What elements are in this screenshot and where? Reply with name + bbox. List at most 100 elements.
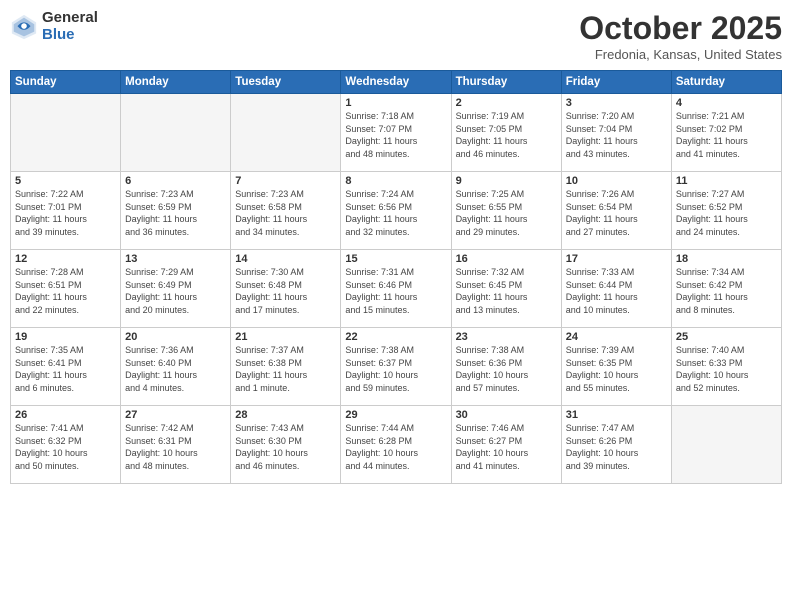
calendar-cell: 9Sunrise: 7:25 AM Sunset: 6:55 PM Daylig…: [451, 172, 561, 250]
calendar-cell: 12Sunrise: 7:28 AM Sunset: 6:51 PM Dayli…: [11, 250, 121, 328]
calendar-cell: 27Sunrise: 7:42 AM Sunset: 6:31 PM Dayli…: [121, 406, 231, 484]
location: Fredonia, Kansas, United States: [579, 47, 782, 62]
day-info: Sunrise: 7:41 AM Sunset: 6:32 PM Dayligh…: [15, 422, 116, 472]
day-info: Sunrise: 7:39 AM Sunset: 6:35 PM Dayligh…: [566, 344, 667, 394]
day-number: 25: [676, 331, 777, 343]
day-info: Sunrise: 7:25 AM Sunset: 6:55 PM Dayligh…: [456, 188, 557, 238]
logo: General Blue: [10, 10, 98, 43]
calendar-week-row: 26Sunrise: 7:41 AM Sunset: 6:32 PM Dayli…: [11, 406, 782, 484]
day-number: 3: [566, 97, 667, 109]
calendar-cell: 18Sunrise: 7:34 AM Sunset: 6:42 PM Dayli…: [671, 250, 781, 328]
day-info: Sunrise: 7:31 AM Sunset: 6:46 PM Dayligh…: [345, 266, 446, 316]
col-sunday: Sunday: [11, 71, 121, 94]
calendar-cell: 14Sunrise: 7:30 AM Sunset: 6:48 PM Dayli…: [231, 250, 341, 328]
day-number: 11: [676, 175, 777, 187]
logo-general-text: General: [42, 10, 98, 27]
calendar-cell: 30Sunrise: 7:46 AM Sunset: 6:27 PM Dayli…: [451, 406, 561, 484]
day-info: Sunrise: 7:24 AM Sunset: 6:56 PM Dayligh…: [345, 188, 446, 238]
day-number: 7: [235, 175, 336, 187]
day-number: 31: [566, 409, 667, 421]
calendar-cell: 28Sunrise: 7:43 AM Sunset: 6:30 PM Dayli…: [231, 406, 341, 484]
col-tuesday: Tuesday: [231, 71, 341, 94]
calendar-cell: 5Sunrise: 7:22 AM Sunset: 7:01 PM Daylig…: [11, 172, 121, 250]
month-title: October 2025: [579, 10, 782, 47]
calendar-cell: 31Sunrise: 7:47 AM Sunset: 6:26 PM Dayli…: [561, 406, 671, 484]
calendar-header-row: Sunday Monday Tuesday Wednesday Thursday…: [11, 71, 782, 94]
col-friday: Friday: [561, 71, 671, 94]
page: General Blue October 2025 Fredonia, Kans…: [0, 0, 792, 612]
calendar-cell: 25Sunrise: 7:40 AM Sunset: 6:33 PM Dayli…: [671, 328, 781, 406]
calendar-table: Sunday Monday Tuesday Wednesday Thursday…: [10, 70, 782, 484]
day-info: Sunrise: 7:40 AM Sunset: 6:33 PM Dayligh…: [676, 344, 777, 394]
calendar-cell: 26Sunrise: 7:41 AM Sunset: 6:32 PM Dayli…: [11, 406, 121, 484]
day-number: 28: [235, 409, 336, 421]
calendar-cell: 4Sunrise: 7:21 AM Sunset: 7:02 PM Daylig…: [671, 94, 781, 172]
day-number: 17: [566, 253, 667, 265]
day-info: Sunrise: 7:28 AM Sunset: 6:51 PM Dayligh…: [15, 266, 116, 316]
calendar-cell: 19Sunrise: 7:35 AM Sunset: 6:41 PM Dayli…: [11, 328, 121, 406]
day-info: Sunrise: 7:35 AM Sunset: 6:41 PM Dayligh…: [15, 344, 116, 394]
day-number: 2: [456, 97, 557, 109]
calendar-cell: 11Sunrise: 7:27 AM Sunset: 6:52 PM Dayli…: [671, 172, 781, 250]
day-info: Sunrise: 7:21 AM Sunset: 7:02 PM Dayligh…: [676, 110, 777, 160]
calendar-cell: 16Sunrise: 7:32 AM Sunset: 6:45 PM Dayli…: [451, 250, 561, 328]
calendar-cell: 15Sunrise: 7:31 AM Sunset: 6:46 PM Dayli…: [341, 250, 451, 328]
logo-text: General Blue: [42, 10, 98, 43]
day-number: 13: [125, 253, 226, 265]
calendar-cell: 24Sunrise: 7:39 AM Sunset: 6:35 PM Dayli…: [561, 328, 671, 406]
calendar-cell: 23Sunrise: 7:38 AM Sunset: 6:36 PM Dayli…: [451, 328, 561, 406]
calendar-cell: [231, 94, 341, 172]
calendar-cell: [671, 406, 781, 484]
calendar-cell: 6Sunrise: 7:23 AM Sunset: 6:59 PM Daylig…: [121, 172, 231, 250]
day-number: 30: [456, 409, 557, 421]
col-monday: Monday: [121, 71, 231, 94]
day-info: Sunrise: 7:44 AM Sunset: 6:28 PM Dayligh…: [345, 422, 446, 472]
calendar-week-row: 1Sunrise: 7:18 AM Sunset: 7:07 PM Daylig…: [11, 94, 782, 172]
day-info: Sunrise: 7:20 AM Sunset: 7:04 PM Dayligh…: [566, 110, 667, 160]
calendar-cell: [11, 94, 121, 172]
logo-icon: [10, 13, 38, 41]
day-info: Sunrise: 7:38 AM Sunset: 6:36 PM Dayligh…: [456, 344, 557, 394]
day-info: Sunrise: 7:23 AM Sunset: 6:59 PM Dayligh…: [125, 188, 226, 238]
col-thursday: Thursday: [451, 71, 561, 94]
calendar-cell: [121, 94, 231, 172]
day-number: 16: [456, 253, 557, 265]
day-info: Sunrise: 7:33 AM Sunset: 6:44 PM Dayligh…: [566, 266, 667, 316]
calendar-cell: 22Sunrise: 7:38 AM Sunset: 6:37 PM Dayli…: [341, 328, 451, 406]
day-info: Sunrise: 7:46 AM Sunset: 6:27 PM Dayligh…: [456, 422, 557, 472]
day-info: Sunrise: 7:34 AM Sunset: 6:42 PM Dayligh…: [676, 266, 777, 316]
day-info: Sunrise: 7:36 AM Sunset: 6:40 PM Dayligh…: [125, 344, 226, 394]
day-number: 10: [566, 175, 667, 187]
day-number: 6: [125, 175, 226, 187]
day-number: 9: [456, 175, 557, 187]
day-number: 22: [345, 331, 446, 343]
day-info: Sunrise: 7:22 AM Sunset: 7:01 PM Dayligh…: [15, 188, 116, 238]
calendar-week-row: 12Sunrise: 7:28 AM Sunset: 6:51 PM Dayli…: [11, 250, 782, 328]
header: General Blue October 2025 Fredonia, Kans…: [10, 10, 782, 62]
day-info: Sunrise: 7:30 AM Sunset: 6:48 PM Dayligh…: [235, 266, 336, 316]
day-number: 24: [566, 331, 667, 343]
calendar-cell: 21Sunrise: 7:37 AM Sunset: 6:38 PM Dayli…: [231, 328, 341, 406]
calendar-cell: 3Sunrise: 7:20 AM Sunset: 7:04 PM Daylig…: [561, 94, 671, 172]
day-info: Sunrise: 7:47 AM Sunset: 6:26 PM Dayligh…: [566, 422, 667, 472]
calendar-cell: 29Sunrise: 7:44 AM Sunset: 6:28 PM Dayli…: [341, 406, 451, 484]
day-number: 1: [345, 97, 446, 109]
day-info: Sunrise: 7:18 AM Sunset: 7:07 PM Dayligh…: [345, 110, 446, 160]
day-number: 26: [15, 409, 116, 421]
day-number: 23: [456, 331, 557, 343]
day-number: 4: [676, 97, 777, 109]
day-number: 27: [125, 409, 226, 421]
col-wednesday: Wednesday: [341, 71, 451, 94]
title-block: October 2025 Fredonia, Kansas, United St…: [579, 10, 782, 62]
calendar-week-row: 19Sunrise: 7:35 AM Sunset: 6:41 PM Dayli…: [11, 328, 782, 406]
calendar-cell: 13Sunrise: 7:29 AM Sunset: 6:49 PM Dayli…: [121, 250, 231, 328]
day-number: 5: [15, 175, 116, 187]
day-number: 12: [15, 253, 116, 265]
calendar-cell: 2Sunrise: 7:19 AM Sunset: 7:05 PM Daylig…: [451, 94, 561, 172]
calendar-cell: 8Sunrise: 7:24 AM Sunset: 6:56 PM Daylig…: [341, 172, 451, 250]
col-saturday: Saturday: [671, 71, 781, 94]
day-info: Sunrise: 7:42 AM Sunset: 6:31 PM Dayligh…: [125, 422, 226, 472]
day-number: 14: [235, 253, 336, 265]
day-number: 20: [125, 331, 226, 343]
logo-blue-text: Blue: [42, 27, 98, 44]
